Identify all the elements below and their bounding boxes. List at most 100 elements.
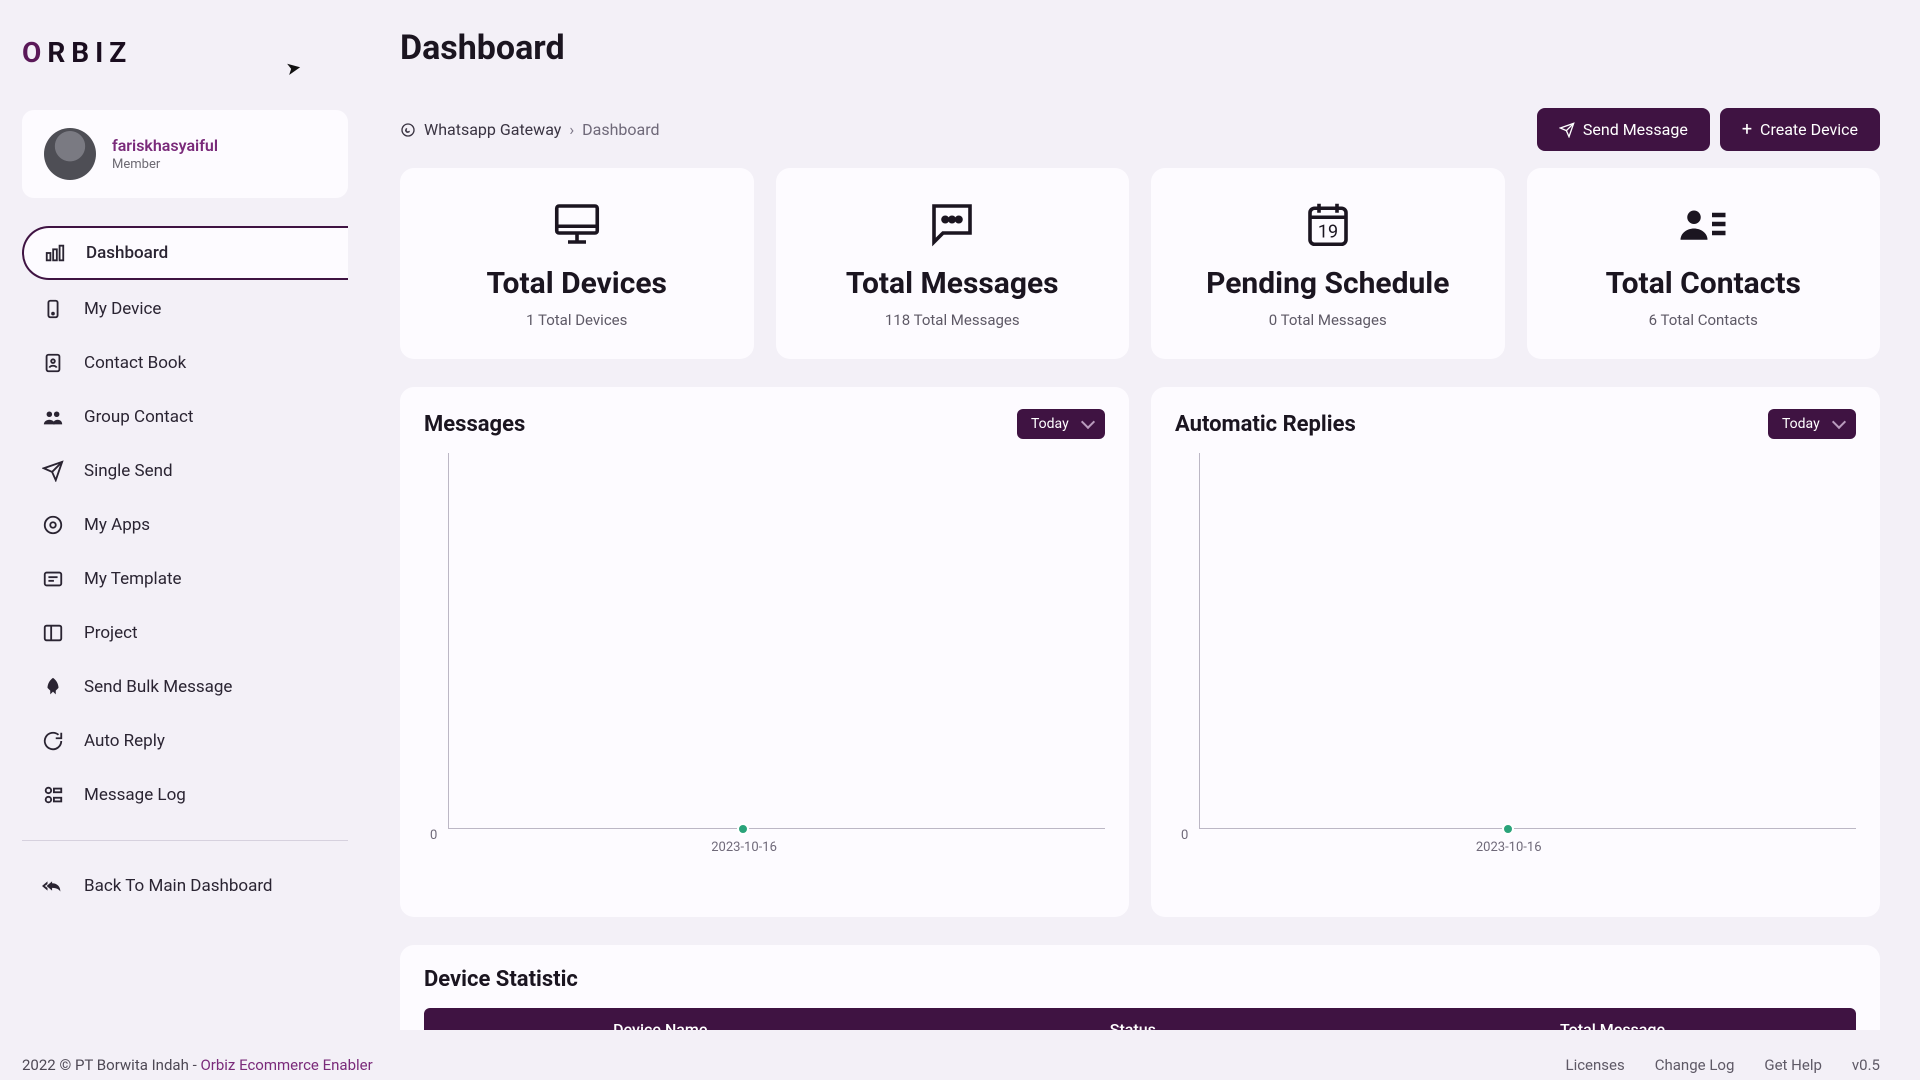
sidebar-item-label: Back To Main Dashboard (84, 876, 273, 896)
send-icon (1559, 122, 1575, 138)
footer-link-licenses[interactable]: Licenses (1565, 1056, 1624, 1074)
stat-subtitle: 6 Total Contacts (1547, 311, 1861, 329)
breadcrumb-sep: › (569, 120, 574, 139)
sidebar-item-label: My Template (84, 569, 182, 589)
sidebar-item-label: Send Bulk Message (84, 677, 232, 697)
send-message-button[interactable]: Send Message (1537, 108, 1710, 151)
sidebar-item-my-apps[interactable]: My Apps (22, 500, 348, 550)
breadcrumb-root[interactable]: Whatsapp Gateway (424, 120, 561, 139)
chart-range-select[interactable]: Today (1768, 409, 1856, 439)
y-axis (1199, 453, 1200, 829)
user-name: fariskhasyaiful (112, 136, 218, 155)
stat-total-contacts: Total Contacts 6 Total Contacts (1527, 168, 1881, 359)
plus-icon: + (1742, 121, 1752, 139)
sidebar-item-project[interactable]: Project (22, 608, 348, 658)
chart-auto-replies: Automatic Replies Today 0 2023-10-16 (1151, 387, 1880, 917)
sidebar-item-label: Single Send (84, 461, 173, 481)
message-icon (796, 196, 1110, 252)
sidebar-item-my-template[interactable]: My Template (22, 554, 348, 604)
stat-subtitle: 1 Total Devices (420, 311, 734, 329)
sidebar-item-back-main[interactable]: Back To Main Dashboard (22, 861, 348, 911)
cursor-icon: ➤ (284, 57, 303, 80)
whatsapp-icon (400, 122, 416, 138)
footer-version: v0.5 (1852, 1056, 1880, 1074)
footer-link-changelog[interactable]: Change Log (1655, 1056, 1735, 1074)
sidebar-item-send-bulk[interactable]: Send Bulk Message (22, 662, 348, 712)
group-icon (42, 406, 64, 428)
chart-title: Messages (424, 412, 525, 437)
template-icon (42, 568, 64, 590)
sidebar-nav: Dashboard My Device Contact Book Group C… (22, 226, 348, 911)
sidebar-item-auto-reply[interactable]: Auto Reply (22, 716, 348, 766)
brand-logo: ORBIZ (22, 36, 132, 69)
col-device-name: Device Name (424, 1008, 897, 1030)
sidebar-item-dashboard[interactable]: Dashboard (22, 226, 348, 280)
device-icon (42, 298, 64, 320)
create-device-button[interactable]: + Create Device (1720, 108, 1880, 151)
data-point (737, 823, 749, 835)
user-card[interactable]: fariskhasyaiful Member (22, 110, 348, 198)
sidebar-item-group-contact[interactable]: Group Contact (22, 392, 348, 442)
device-table: Device Name Status Total Message (424, 1008, 1856, 1030)
chart-canvas: 0 2023-10-16 (1175, 453, 1856, 873)
footer-link-gethelp[interactable]: Get Help (1764, 1056, 1822, 1074)
data-point (1502, 823, 1514, 835)
user-role: Member (112, 157, 218, 172)
chart-messages: Messages Today 0 2023-10-16 (400, 387, 1129, 917)
stat-total-devices: Total Devices 1 Total Devices (400, 168, 754, 359)
nav-divider (22, 840, 348, 841)
sidebar-item-label: My Apps (84, 515, 150, 535)
device-stat-title: Device Statistic (424, 967, 1856, 992)
sidebar-item-label: Contact Book (84, 353, 186, 373)
chart-range-select[interactable]: Today (1017, 409, 1105, 439)
contacts-icon (1547, 196, 1861, 252)
stat-title: Total Messages (796, 266, 1110, 301)
footer-copyright: 2022 © PT Borwita Indah - Orbiz Ecommerc… (22, 1056, 373, 1074)
stat-pending-schedule: 19 Pending Schedule 0 Total Messages (1151, 168, 1505, 359)
stat-total-messages: Total Messages 118 Total Messages (776, 168, 1130, 359)
stat-title: Total Contacts (1547, 266, 1861, 301)
chart-bar-icon (44, 242, 66, 264)
sidebar-item-label: My Device (84, 299, 161, 319)
y-tick: 0 (1181, 828, 1188, 843)
sidebar-item-label: Auto Reply (84, 731, 165, 751)
sidebar-item-label: Message Log (84, 785, 186, 805)
col-total-message: Total Message (1369, 1008, 1856, 1030)
y-axis (448, 453, 449, 829)
stat-title: Total Devices (420, 266, 734, 301)
project-icon (42, 622, 64, 644)
svg-text:19: 19 (1318, 222, 1338, 243)
sidebar-item-contact-book[interactable]: Contact Book (22, 338, 348, 388)
device-statistic-card: Device Statistic Device Name Status Tota… (400, 945, 1880, 1030)
sidebar-item-my-device[interactable]: My Device (22, 284, 348, 334)
logo-o-icon: O (22, 36, 47, 69)
refresh-icon (42, 730, 64, 752)
sidebar-item-single-send[interactable]: Single Send (22, 446, 348, 496)
footer-company-link[interactable]: Orbiz Ecommerce Enabler (200, 1056, 372, 1074)
footer-links: Licenses Change Log Get Help v0.5 (1565, 1056, 1880, 1074)
contact-book-icon (42, 352, 64, 374)
monitor-icon (420, 196, 734, 252)
x-tick: 2023-10-16 (711, 840, 777, 855)
stat-subtitle: 0 Total Messages (1171, 311, 1485, 329)
stat-row: Total Devices 1 Total Devices Total Mess… (400, 168, 1880, 359)
breadcrumb: Whatsapp Gateway › Dashboard (400, 120, 660, 139)
chart-row: Messages Today 0 2023-10-16 Automatic Re… (400, 387, 1880, 917)
reply-all-icon (42, 875, 64, 897)
breadcrumb-current: Dashboard (582, 120, 659, 139)
page-title: Dashboard (400, 28, 565, 68)
x-tick: 2023-10-16 (1476, 840, 1542, 855)
apps-icon (42, 514, 64, 536)
rocket-icon (42, 676, 64, 698)
y-tick: 0 (430, 828, 437, 843)
avatar (44, 128, 96, 180)
main-content: Total Devices 1 Total Devices Total Mess… (400, 168, 1880, 1030)
log-icon (42, 784, 64, 806)
sidebar-item-message-log[interactable]: Message Log (22, 770, 348, 820)
stat-subtitle: 118 Total Messages (796, 311, 1110, 329)
top-actions: Send Message + Create Device (1537, 108, 1880, 151)
sidebar-item-label: Group Contact (84, 407, 193, 427)
sidebar-item-label: Dashboard (86, 243, 168, 263)
calendar-icon: 19 (1171, 196, 1485, 252)
stat-title: Pending Schedule (1171, 266, 1485, 301)
